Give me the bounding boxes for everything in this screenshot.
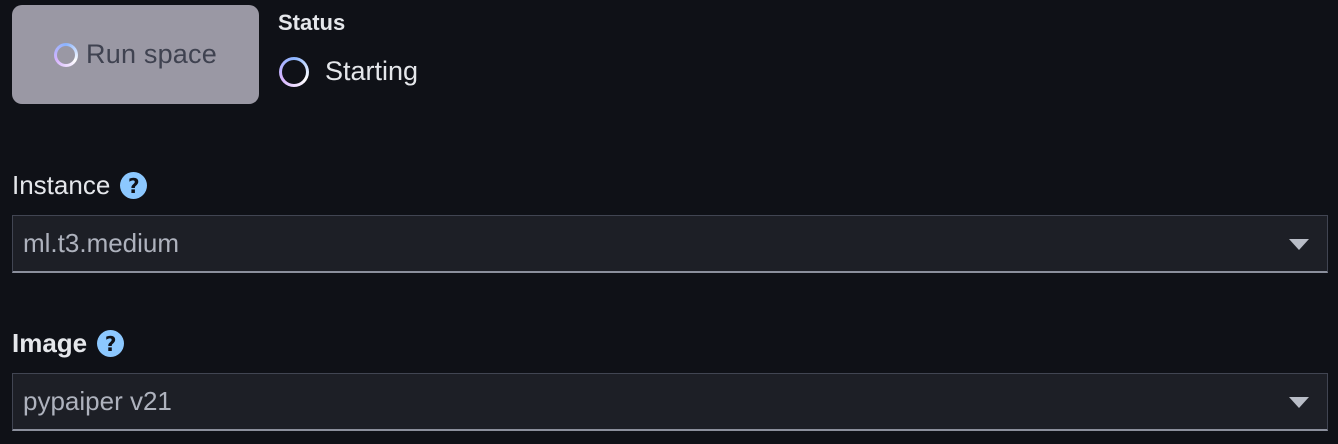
image-help-icon[interactable]: ? xyxy=(97,330,125,357)
image-label-text: Image xyxy=(12,328,88,358)
loading-spinner-icon xyxy=(54,43,78,67)
space-settings-panel: Run space Status Starting Instance ? ml.… xyxy=(0,0,1338,444)
status-heading: Status xyxy=(278,10,346,35)
caret-down-icon xyxy=(1289,238,1309,250)
instance-selected-value: ml.t3.medium xyxy=(23,228,180,258)
image-select[interactable]: pypaiper v21 xyxy=(12,373,1328,431)
status-value: Starting xyxy=(325,56,419,86)
run-space-label: Run space xyxy=(86,39,217,69)
image-selected-value: pypaiper v21 xyxy=(23,386,172,416)
run-space-button[interactable]: Run space xyxy=(12,5,259,104)
instance-help-icon[interactable]: ? xyxy=(120,172,148,199)
status-indicator: Starting xyxy=(279,56,418,87)
instance-label: Instance ? xyxy=(12,170,148,201)
instance-select[interactable]: ml.t3.medium xyxy=(12,215,1328,273)
status-spinner-icon xyxy=(279,57,309,87)
instance-label-text: Instance xyxy=(12,170,111,200)
caret-down-icon xyxy=(1289,396,1309,408)
image-label: Image ? xyxy=(12,328,125,359)
